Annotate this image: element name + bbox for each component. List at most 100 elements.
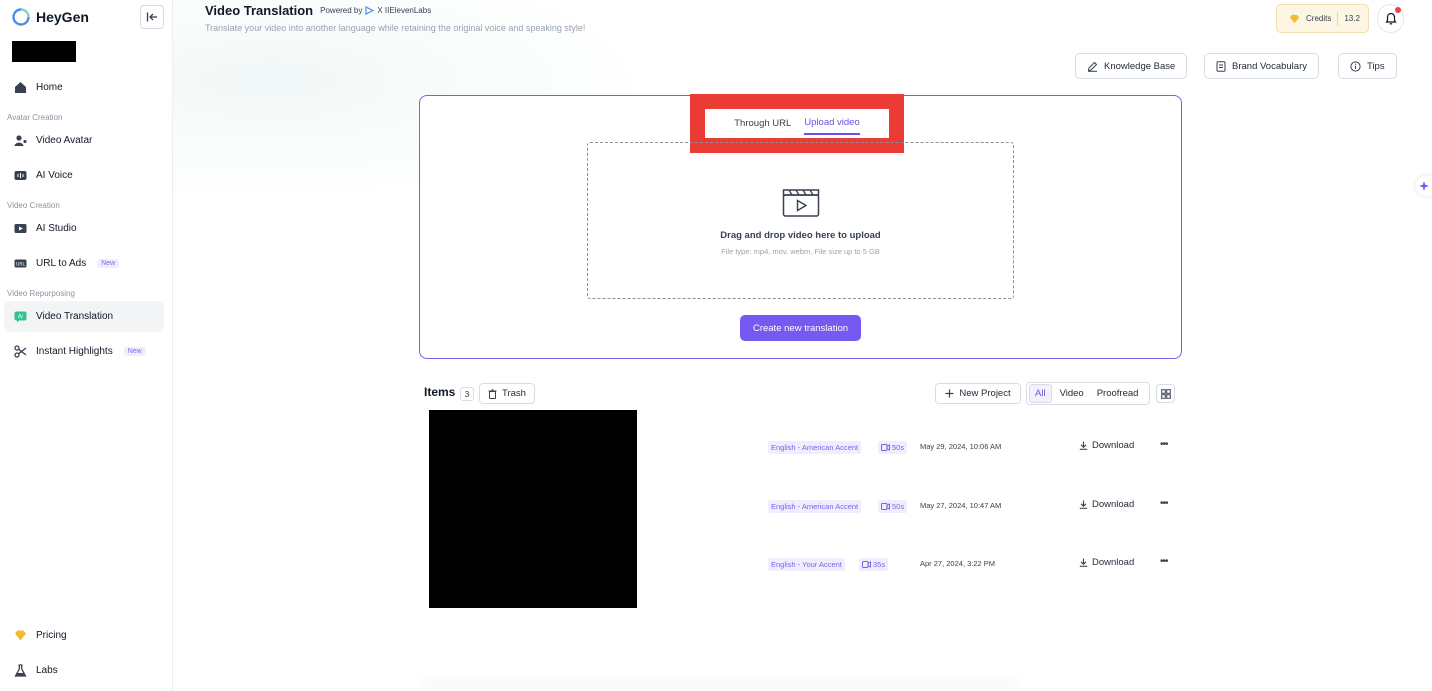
- trash-icon: [488, 388, 497, 399]
- filter-all[interactable]: All: [1029, 384, 1052, 403]
- bell-icon: [1384, 12, 1397, 25]
- download-button[interactable]: Download: [1079, 499, 1134, 510]
- download-icon: [1079, 441, 1088, 450]
- collapse-sidebar-button[interactable]: [140, 5, 164, 29]
- powered-by: Powered by X IIElevenLabs: [320, 6, 431, 15]
- sparkle-icon: [1419, 181, 1429, 191]
- sidebar-item-pricing[interactable]: Pricing: [4, 620, 164, 651]
- sidebar-item-label: Labs: [36, 665, 58, 676]
- video-icon: [881, 444, 890, 451]
- credits-value: 13.2: [1344, 14, 1360, 23]
- tab-through-url[interactable]: Through URL: [734, 113, 791, 134]
- sidebar-item-home[interactable]: Home: [4, 72, 164, 103]
- more-options-icon[interactable]: •••: [1160, 556, 1168, 567]
- video-icon: [862, 561, 871, 568]
- video-icon: [881, 503, 890, 510]
- language-tag: English - American Accent: [768, 500, 862, 513]
- new-badge: New: [97, 259, 120, 268]
- sidebar-item-label: Video Translation: [36, 311, 114, 322]
- sidebar-item-instant-highlights[interactable]: Instant Highlights New: [4, 336, 164, 367]
- tips-button[interactable]: Tips: [1338, 53, 1397, 79]
- sidebar-item-label: AI Voice: [36, 170, 73, 181]
- url-icon: URL: [14, 257, 27, 270]
- partner-name: X IIElevenLabs: [377, 6, 432, 15]
- list-item[interactable]: English - American Accent 50s May 27, 20…: [768, 498, 1178, 514]
- list-item[interactable]: English - Your Accent 35s Apr 27, 2024, …: [768, 556, 1178, 572]
- new-project-button[interactable]: New Project: [935, 383, 1021, 404]
- create-translation-button[interactable]: Create new translation: [740, 315, 861, 341]
- brand-name: HeyGen: [36, 9, 89, 25]
- download-label: Download: [1092, 440, 1135, 451]
- svg-text:URL: URL: [16, 261, 25, 267]
- brand-vocabulary-button[interactable]: Brand Vocabulary: [1204, 53, 1319, 79]
- sidebar: HeyGen Home Avatar Creation Video Avatar…: [0, 0, 173, 691]
- credits-divider: [1337, 11, 1339, 26]
- page-title: Video Translation: [205, 3, 314, 18]
- credits-badge[interactable]: Credits 13.2: [1276, 4, 1369, 33]
- download-label: Download: [1092, 499, 1135, 510]
- brand-vocabulary-label: Brand Vocabulary: [1232, 60, 1307, 72]
- sidebar-item-label: Home: [36, 82, 63, 93]
- translate-icon: A/: [14, 310, 27, 323]
- duration-value: 50s: [892, 443, 905, 452]
- sidebar-item-url-to-ads[interactable]: URL URL to Ads New: [4, 248, 164, 279]
- items-title: Items: [424, 385, 456, 399]
- list-item[interactable]: English - American Accent 50s May 29, 20…: [768, 439, 1178, 455]
- more-options-icon[interactable]: •••: [1160, 498, 1168, 509]
- plus-icon: [945, 389, 954, 398]
- trash-label: Trash: [502, 388, 526, 399]
- svg-text:A/: A/: [18, 314, 23, 320]
- download-icon: [1079, 558, 1088, 567]
- tab-upload-video[interactable]: Upload video: [804, 112, 860, 135]
- logo[interactable]: HeyGen: [12, 8, 89, 26]
- video-clapper-icon: [782, 189, 819, 217]
- download-label: Download: [1092, 557, 1135, 568]
- row-date: May 27, 2024, 10:47 AM: [920, 501, 1002, 510]
- sidebar-item-labs[interactable]: Labs: [4, 655, 164, 686]
- powered-by-label: Powered by: [320, 6, 363, 15]
- duration-tag: 50s: [878, 441, 908, 454]
- filter-video[interactable]: Video: [1055, 385, 1089, 402]
- ai-assistant-button[interactable]: [1416, 176, 1432, 196]
- video-dropzone[interactable]: Drag and drop video here to upload File …: [587, 142, 1014, 299]
- section-video-repurposing: Video Repurposing: [7, 289, 75, 298]
- section-video-creation: Video Creation: [7, 201, 60, 210]
- notification-dot: [1395, 7, 1401, 13]
- sidebar-item-label: Instant Highlights: [36, 346, 113, 357]
- notifications-button[interactable]: [1377, 4, 1404, 33]
- trash-button[interactable]: Trash: [479, 383, 535, 404]
- dropzone-title: Drag and drop video here to upload: [720, 230, 881, 241]
- upload-tabs: Through URL Upload video: [705, 109, 889, 138]
- sidebar-item-label: Pricing: [36, 630, 67, 641]
- sidebar-item-video-translation[interactable]: A/ Video Translation: [4, 301, 164, 332]
- duration-value: 50s: [892, 502, 905, 511]
- home-icon: [14, 81, 27, 94]
- page-subtitle: Translate your video into another langua…: [205, 23, 586, 33]
- download-button[interactable]: Download: [1079, 557, 1134, 568]
- sidebar-item-ai-studio[interactable]: AI Studio: [4, 213, 164, 244]
- duration-value: 35s: [873, 560, 886, 569]
- voice-icon: [14, 169, 27, 182]
- dropzone-subtitle: File type: mp4, mov, webm, File size up …: [721, 247, 880, 256]
- language-tag: English - Your Accent: [768, 558, 845, 571]
- heygen-mark-icon: [365, 6, 375, 15]
- duration-tag: 35s: [859, 558, 889, 571]
- download-button[interactable]: Download: [1079, 440, 1134, 451]
- section-avatar-creation: Avatar Creation: [7, 113, 63, 122]
- video-thumbnail[interactable]: [429, 410, 637, 608]
- sidebar-item-ai-voice[interactable]: AI Voice: [4, 160, 164, 191]
- document-icon: [1216, 60, 1226, 72]
- knowledge-base-button[interactable]: Knowledge Base: [1075, 53, 1188, 79]
- info-icon: [1350, 60, 1361, 72]
- items-count: 3: [460, 387, 474, 401]
- filter-proofread[interactable]: Proofread: [1092, 385, 1144, 402]
- more-options-icon[interactable]: •••: [1160, 439, 1168, 450]
- scissors-icon: [14, 345, 27, 358]
- knowledge-base-label: Knowledge Base: [1104, 60, 1176, 72]
- grid-view-button[interactable]: [1156, 384, 1175, 403]
- diamond-icon: [1289, 14, 1300, 23]
- diamond-icon: [14, 629, 27, 642]
- workspace-selector[interactable]: [12, 41, 76, 62]
- sidebar-item-video-avatar[interactable]: Video Avatar: [4, 125, 164, 156]
- items-filter: All Video Proofread: [1026, 382, 1150, 405]
